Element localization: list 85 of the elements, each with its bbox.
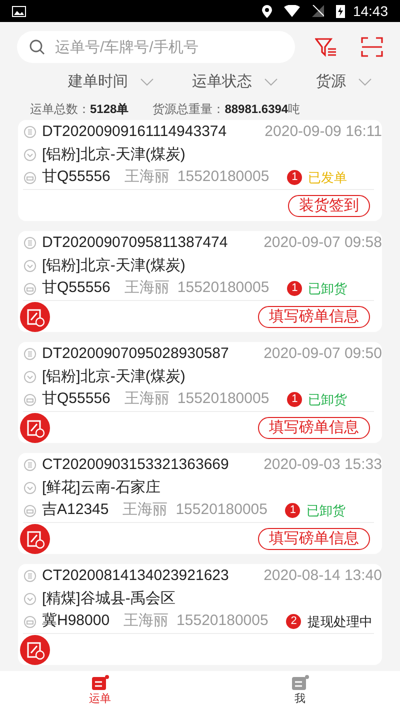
chevron-down-icon <box>140 78 154 86</box>
document-icon <box>291 674 309 691</box>
status-label: 提现处理中 <box>307 612 372 631</box>
image-icon <box>12 6 26 16</box>
action-button[interactable]: 装货签到 <box>288 194 370 216</box>
driver-name: 王海丽 <box>124 611 169 632</box>
cargo-route: [铝粉]北京-天津(煤炭) <box>42 144 186 165</box>
step-badge: 1 <box>287 170 302 185</box>
battery-icon <box>336 4 345 18</box>
search-field[interactable]: 运单号/车牌号/手机号 <box>17 31 295 63</box>
step-badge: 1 <box>285 503 300 518</box>
document-icon <box>24 570 36 582</box>
location-icon <box>262 4 272 18</box>
plate-number: 冀H98000 <box>42 611 110 632</box>
edit-document-icon[interactable] <box>20 302 50 332</box>
status-label: 已卸货 <box>308 280 348 298</box>
nav-tab[interactable]: 我 <box>200 671 400 711</box>
order-number: CT20200903153321363669 <box>42 454 229 475</box>
scan-icon[interactable] <box>361 37 383 57</box>
plate-number: 甘Q55556 <box>42 167 110 188</box>
order-time: 2020-09-07 09:58 <box>264 232 382 253</box>
phone-number: 15520180005 <box>176 611 268 632</box>
chevron-circle-icon <box>24 260 36 272</box>
filter-dropdown[interactable]: 运单状态 <box>192 70 278 94</box>
driver-name: 王海丽 <box>124 389 170 410</box>
order-time: 2020-09-03 15:33 <box>264 454 382 475</box>
total-weight: 货源总重量：88981.6394吨 <box>152 101 300 118</box>
order-number: DT20200907095811387474 <box>42 232 228 253</box>
chevron-down-icon <box>358 78 372 86</box>
phone-number: 15520180005 <box>177 167 270 188</box>
cargo-route: [铝粉]北京-天津(煤炭) <box>42 366 186 387</box>
plate-number: 甘Q55556 <box>42 278 110 298</box>
filter-icon[interactable] <box>315 37 337 57</box>
document-icon <box>24 237 36 249</box>
filter-dropdown[interactable]: 货源 <box>316 70 372 94</box>
order-card[interactable]: CT20200903153321363669 2020-09-03 15:33 [鲜花]云南-石家庄 吉A12345 王海丽 15520180005 1 已卸货 填写磅单信息 <box>18 453 382 554</box>
order-time: 2020-08-14 13:40 <box>264 566 382 586</box>
plate-number: 甘Q55556 <box>42 389 110 410</box>
driver-name: 王海丽 <box>122 500 168 520</box>
cargo-route: [鲜花]云南-石家庄 <box>42 478 160 498</box>
step-badge: 1 <box>287 281 302 296</box>
edit-document-icon[interactable] <box>20 524 50 554</box>
nav-tab[interactable]: 运单 <box>0 671 200 711</box>
step-badge: 1 <box>287 392 302 407</box>
document-icon <box>24 126 36 138</box>
status-label: 已发单 <box>308 168 348 187</box>
chevron-circle-icon <box>24 482 36 494</box>
document-icon <box>91 674 109 691</box>
order-time: 2020-09-07 09:50 <box>264 344 382 364</box>
document-icon <box>24 459 36 471</box>
status-label: 已卸货 <box>306 502 346 520</box>
action-button[interactable]: 填写磅单信息 <box>258 306 370 328</box>
filter-dropdown[interactable]: 建单时间 <box>68 70 154 94</box>
cargo-route: [精煤]谷城县-禹会区 <box>42 588 176 609</box>
plate-number: 吉A12345 <box>42 500 109 520</box>
action-button[interactable]: 填写磅单信息 <box>258 528 370 550</box>
phone-number: 15520180005 <box>177 389 270 410</box>
phone-number: 15520180005 <box>176 500 268 520</box>
edit-document-icon[interactable] <box>20 634 50 664</box>
driver-name: 王海丽 <box>124 167 170 188</box>
order-number: CT20200814134023921623 <box>42 566 229 586</box>
edit-document-icon[interactable] <box>20 412 50 442</box>
order-count: 运单总数：5128单 <box>30 101 129 118</box>
chevron-circle-icon <box>24 371 36 383</box>
step-badge: 2 <box>286 614 302 629</box>
cargo-route: [铝粉]北京-天津(煤炭) <box>42 256 186 276</box>
order-number: DT20200909161114943374 <box>42 122 227 142</box>
driver-name: 王海丽 <box>124 278 170 298</box>
clock-time: 14:43 <box>352 2 388 20</box>
order-card[interactable]: DT20200907095811387474 2020-09-07 09:58 [铝粉]北京-天津(煤炭) 甘Q55556 王海丽 15520180005 1 已卸货 填写磅单信息 <box>18 231 382 332</box>
document-icon <box>24 348 36 360</box>
status-label: 已卸货 <box>308 390 348 409</box>
action-button[interactable]: 填写磅单信息 <box>258 416 370 438</box>
order-card[interactable]: DT20200909161114943374 2020-09-09 16:11 [铝粉]北京-天津(煤炭) 甘Q55556 王海丽 15520180005 1 已发单 装货签到 <box>18 120 382 221</box>
wifi-icon <box>284 5 300 17</box>
order-number: DT20200907095028930587 <box>42 344 229 364</box>
order-card[interactable]: DT20200907095028930587 2020-09-07 09:50 [铝粉]北京-天津(煤炭) 甘Q55556 王海丽 15520180005 1 已卸货 填写磅单信息 <box>18 342 382 443</box>
order-card[interactable]: CT20200814134023921623 2020-08-14 13:40 [精煤]谷城县-禹会区 冀H98000 王海丽 15520180005 2 提现处理中 <box>18 564 382 665</box>
signal-icon <box>312 5 324 17</box>
chevron-circle-icon <box>24 149 36 161</box>
search-icon <box>29 39 45 55</box>
phone-number: 15520180005 <box>177 278 270 298</box>
chevron-down-icon <box>264 78 278 86</box>
order-time: 2020-09-09 16:11 <box>264 122 382 142</box>
chevron-circle-icon <box>24 593 36 605</box>
